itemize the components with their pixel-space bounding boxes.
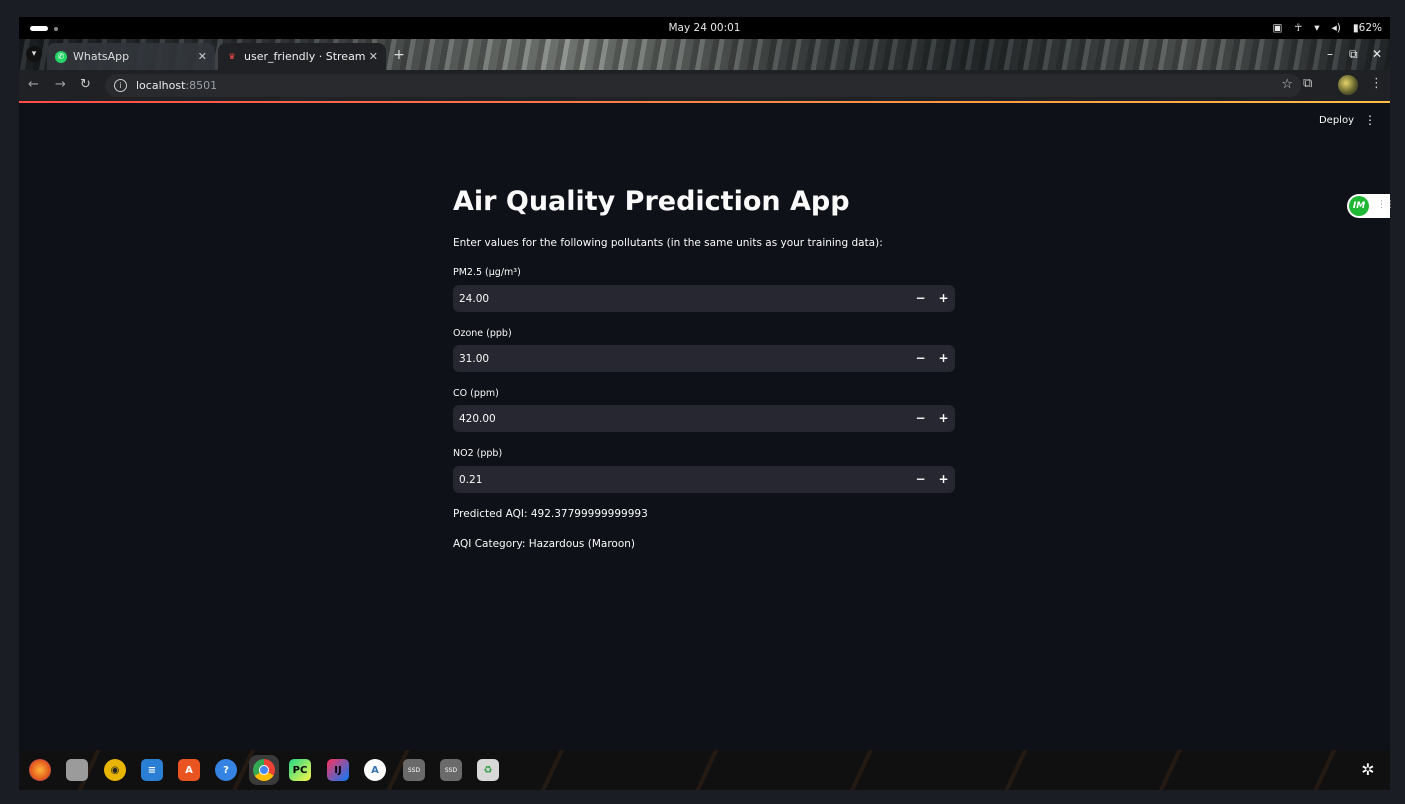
im-extension-icon: IM [1349, 196, 1369, 216]
battery-icon[interactable]: ▮ 62% [1353, 22, 1382, 34]
close-window-icon[interactable]: ✕ [1372, 47, 1382, 61]
battery-percentage: 62% [1358, 22, 1382, 34]
new-tab-icon[interactable]: + [391, 47, 407, 63]
ozone-number-input: − + [453, 345, 955, 372]
close-tab-icon[interactable]: ✕ [369, 50, 378, 63]
bookmark-star-icon[interactable]: ☆ [1281, 77, 1293, 92]
co-increment-button[interactable]: + [932, 405, 955, 432]
im-extension-widget[interactable]: IM ⋮⋮ [1347, 194, 1395, 218]
predicted-aqi-text: Predicted AQI: 492.37799999999993 [453, 508, 648, 520]
intellij-icon[interactable]: IJ [327, 759, 349, 781]
close-tab-icon[interactable]: ✕ [198, 50, 207, 63]
main-menu-icon[interactable]: ⋮ [1364, 113, 1376, 127]
firefox-icon[interactable] [29, 759, 51, 781]
screen-share-icon[interactable]: ▣ [1272, 22, 1282, 34]
tab-search-dropdown-icon[interactable]: ▾ [26, 46, 42, 62]
ozone-decrement-button[interactable]: − [909, 345, 932, 372]
deploy-button[interactable]: Deploy [1319, 115, 1354, 126]
system-top-bar: May 24 00:01 ▣ ☥ ▾ ◂) ▮ 62% [19, 17, 1390, 39]
pm25-number-input: − + [453, 285, 955, 312]
url-port: :8501 [185, 79, 218, 92]
browser-tab-strip: ▾ ✆ WhatsApp ✕ ♛ user_friendly · Streaml… [19, 39, 1390, 70]
ozone-increment-button[interactable]: + [932, 345, 955, 372]
profile-avatar[interactable] [1338, 75, 1358, 95]
restore-icon[interactable]: ⧉ [1349, 47, 1358, 62]
back-icon[interactable]: ← [28, 77, 39, 92]
browser-menu-icon[interactable]: ⋮ [1370, 76, 1383, 91]
disk-icon[interactable]: SSD [440, 759, 462, 781]
no2-decrement-button[interactable]: − [909, 466, 932, 493]
address-bar[interactable]: i localhost:8501 ☆ [105, 74, 1301, 97]
extensions-icon[interactable]: ⧉ [1303, 76, 1312, 91]
co-label: CO (ppm) [453, 388, 499, 399]
no2-increment-button[interactable]: + [932, 466, 955, 493]
disk-label: SSD [444, 766, 458, 774]
intro-text: Enter values for the following pollutant… [453, 237, 883, 249]
volume-icon[interactable]: ◂) [1332, 22, 1341, 34]
reload-icon[interactable]: ↻ [80, 77, 91, 92]
co-number-input: − + [453, 405, 955, 432]
pm25-increment-button[interactable]: + [932, 285, 955, 312]
text-editor-icon[interactable]: ≡ [141, 759, 163, 781]
url-host: localhost [136, 79, 186, 92]
tab-title: user_friendly · Streamlit [244, 50, 365, 63]
disk-label: SSD [407, 766, 421, 774]
files-icon[interactable] [66, 759, 88, 781]
no2-number-input: − + [453, 466, 955, 493]
chrome-icon[interactable] [249, 755, 279, 785]
co-decrement-button[interactable]: − [909, 405, 932, 432]
tab-streamlit[interactable]: ♛ user_friendly · Streamlit ✕ [218, 43, 386, 70]
accessibility-icon[interactable]: ☥ [1294, 22, 1302, 34]
co-input[interactable] [453, 405, 893, 432]
pm25-decrement-button[interactable]: − [909, 285, 932, 312]
site-info-icon[interactable]: i [114, 79, 127, 92]
dock: ◉ ≡ A ? PC IJ A SSD SSD ♻ ✲ [19, 750, 1390, 790]
streamlit-icon: ♛ [228, 52, 236, 61]
whatsapp-icon: ✆ [55, 50, 67, 63]
trash-icon[interactable]: ♻ [477, 759, 499, 781]
system-clock[interactable]: May 24 00:01 [19, 17, 1390, 39]
no2-input[interactable] [453, 466, 893, 493]
pm25-input[interactable] [453, 285, 893, 312]
streamlit-app: Deploy ⋮ IM ⋮⋮ Air Quality Prediction Ap… [19, 103, 1395, 750]
show-apps-icon[interactable]: ✲ [1358, 760, 1378, 780]
disk-icon[interactable]: SSD [403, 759, 425, 781]
rhythmbox-icon[interactable]: ◉ [104, 759, 126, 781]
help-icon[interactable]: ? [215, 759, 237, 781]
browser-toolbar: ← → ↻ i localhost:8501 ☆ ⧉ ⋮ [19, 70, 1390, 101]
forward-icon[interactable]: → [55, 77, 66, 92]
tab-title: WhatsApp [73, 50, 130, 63]
minimize-icon[interactable]: – [1327, 47, 1333, 61]
page-title: Air Quality Prediction App [453, 186, 850, 217]
android-studio-icon[interactable]: A [364, 759, 386, 781]
app-store-icon[interactable]: A [178, 759, 200, 781]
ozone-input[interactable] [453, 345, 893, 372]
pycharm-icon[interactable]: PC [289, 759, 311, 781]
aqi-category-text: AQI Category: Hazardous (Maroon) [453, 538, 636, 550]
system-tray[interactable]: ▣ ☥ ▾ ◂) ▮ 62% [1272, 17, 1382, 39]
tab-whatsapp[interactable]: ✆ WhatsApp ✕ [47, 43, 215, 70]
no2-label: NO2 (ppb) [453, 448, 503, 459]
pm25-label: PM2.5 (µg/m³) [453, 267, 521, 278]
drag-handle-icon[interactable]: ⋮⋮ [1377, 200, 1395, 210]
wifi-icon[interactable]: ▾ [1314, 22, 1319, 34]
ozone-label: Ozone (ppb) [453, 328, 512, 339]
